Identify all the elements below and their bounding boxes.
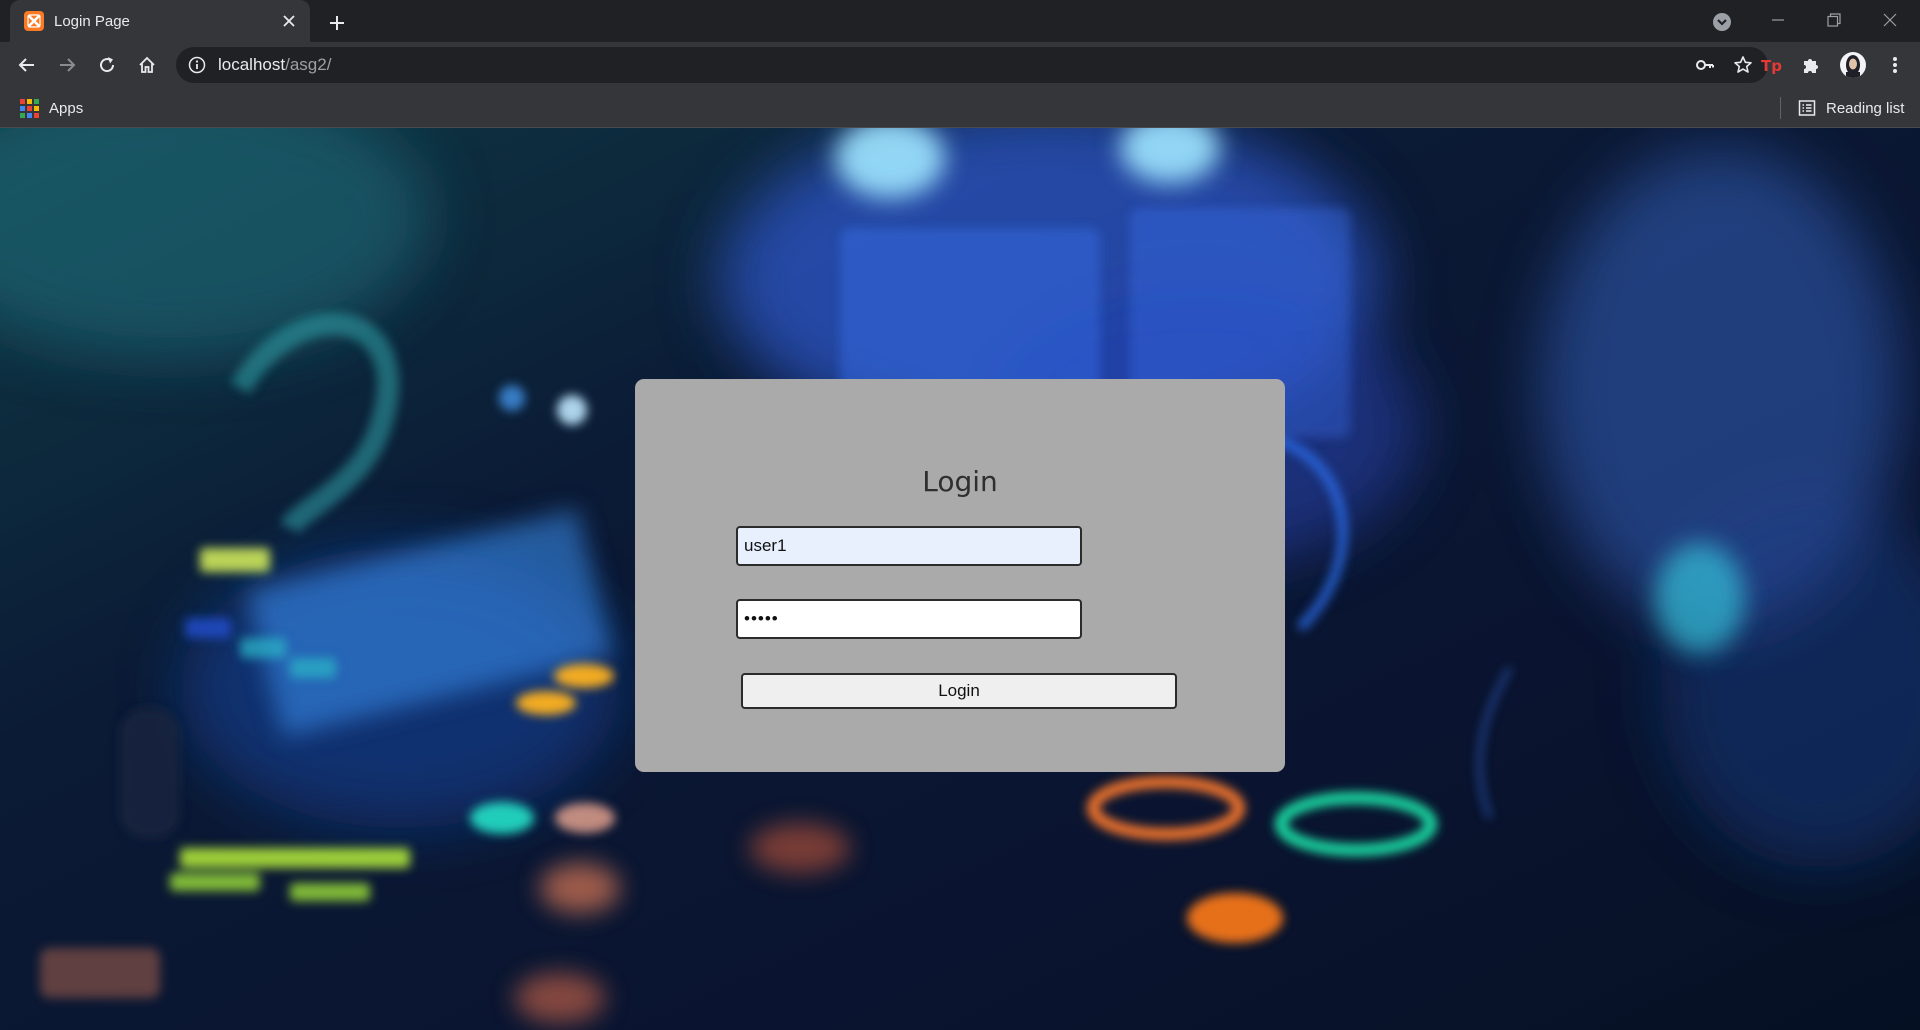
xampp-favicon-icon bbox=[24, 11, 44, 31]
login-card: Login Login bbox=[635, 379, 1285, 772]
reading-list-button[interactable]: Reading list bbox=[1792, 95, 1910, 121]
key-icon[interactable] bbox=[1690, 50, 1720, 80]
username-field[interactable] bbox=[736, 526, 1082, 566]
tp-extension-icon[interactable]: Tp bbox=[1754, 48, 1788, 82]
browser-toolbar: localhost/asg2/ Tp bbox=[0, 42, 1920, 89]
svg-text:Tp: Tp bbox=[1761, 57, 1782, 75]
apps-grid-icon bbox=[20, 98, 39, 118]
profile-avatar-icon[interactable] bbox=[1836, 48, 1870, 82]
home-icon[interactable] bbox=[130, 48, 164, 82]
back-icon[interactable] bbox=[10, 48, 44, 82]
restore-icon[interactable] bbox=[1806, 0, 1862, 40]
reload-icon[interactable] bbox=[90, 48, 124, 82]
bookmarks-bar: Apps Reading list bbox=[0, 89, 1920, 128]
login-title: Login bbox=[922, 465, 998, 498]
new-tab-icon[interactable] bbox=[324, 10, 350, 36]
address-bar[interactable]: localhost/asg2/ bbox=[176, 47, 1768, 83]
forward-icon[interactable] bbox=[50, 48, 84, 82]
minimize-icon[interactable] bbox=[1750, 0, 1806, 40]
login-button[interactable]: Login bbox=[741, 673, 1177, 709]
tab-search-icon[interactable] bbox=[1710, 10, 1734, 34]
tab-strip: Login Page bbox=[0, 0, 1920, 42]
browser-tab[interactable]: Login Page bbox=[10, 0, 310, 42]
url-path: /asg2/ bbox=[285, 55, 332, 74]
apps-bookmark[interactable]: Apps bbox=[14, 95, 89, 121]
close-tab-icon[interactable] bbox=[278, 10, 300, 32]
close-window-icon[interactable] bbox=[1862, 0, 1918, 40]
chrome-menu-icon[interactable] bbox=[1878, 48, 1912, 82]
page-viewport: Login Login bbox=[0, 128, 1920, 1030]
url-text: localhost/asg2/ bbox=[218, 55, 1682, 75]
password-field[interactable] bbox=[736, 599, 1082, 639]
reading-list-icon bbox=[1798, 99, 1816, 117]
bookmarks-divider bbox=[1780, 97, 1781, 119]
extensions-puzzle-icon[interactable] bbox=[1794, 48, 1828, 82]
tab-title: Login Page bbox=[54, 12, 130, 30]
site-info-icon[interactable] bbox=[188, 56, 206, 74]
reading-list-label: Reading list bbox=[1826, 99, 1905, 117]
apps-label: Apps bbox=[49, 99, 84, 117]
url-host: localhost bbox=[218, 55, 286, 74]
